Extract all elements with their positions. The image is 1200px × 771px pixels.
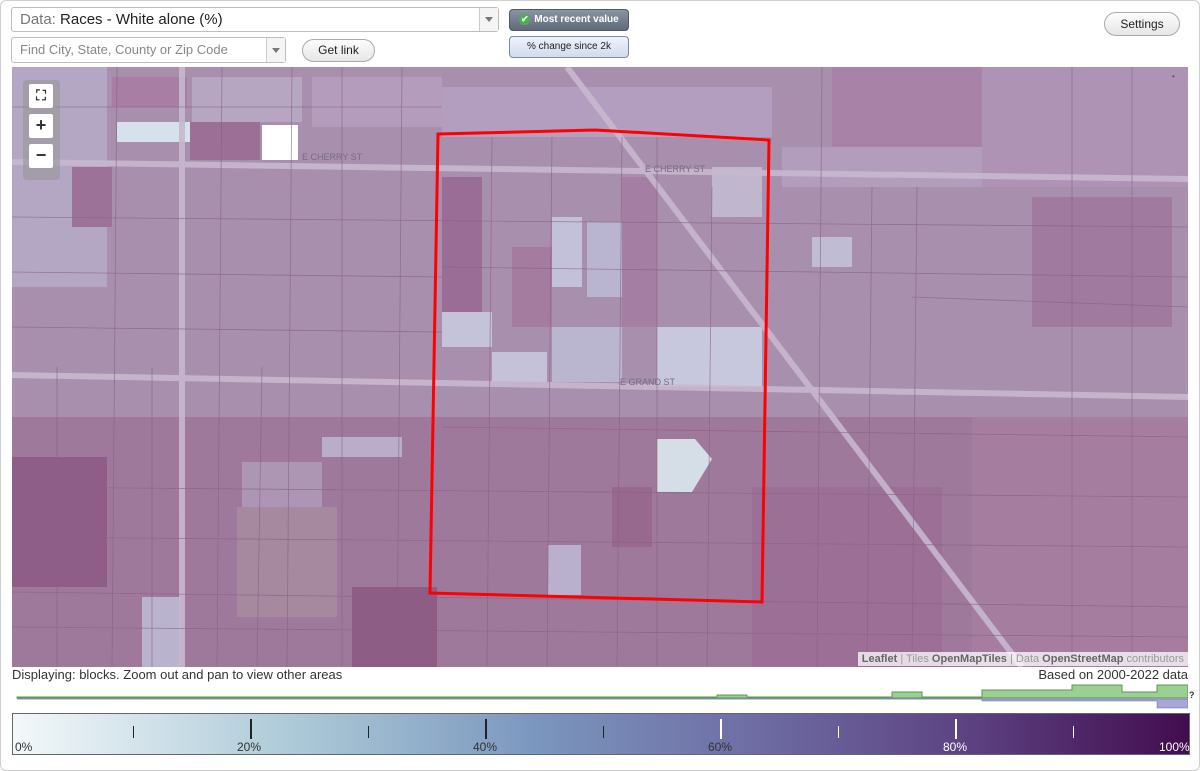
legend-label: 0%: [15, 740, 33, 754]
zoom-out-button[interactable]: −: [29, 144, 53, 168]
help-icon[interactable]: ?: [1189, 690, 1195, 700]
display-info: Displaying: blocks. Zoom out and pan to …: [12, 667, 343, 682]
legend-label: 40%: [473, 740, 498, 754]
legend-label: 80%: [943, 740, 968, 754]
legend-label: 60%: [708, 740, 733, 754]
street-label: E GRAND ST: [620, 377, 676, 387]
search-dropdown-icon[interactable]: [266, 38, 285, 62]
zoom-in-button[interactable]: +: [29, 114, 53, 138]
search-input[interactable]: Find City, State, County or Zip Code: [11, 37, 286, 63]
map-attribution: Leaflet | Tiles OpenMapTiles | Data Open…: [857, 652, 1188, 666]
data-value: Races - White alone (%): [60, 11, 223, 28]
data-prefix-label: Data:: [20, 11, 56, 28]
legend-label: 20%: [237, 740, 262, 754]
map-view[interactable]: E CHERRY ST E CHERRY ST E GRAND ST •: [12, 67, 1188, 667]
settings-button[interactable]: Settings: [1104, 12, 1180, 36]
color-legend: 0% 20% 40% 60% 80% 100%: [12, 713, 1190, 755]
attrib-sep: | Tiles: [897, 653, 932, 665]
most-recent-label: Most recent value: [534, 14, 619, 25]
search-placeholder: Find City, State, County or Zip Code: [20, 42, 228, 57]
most-recent-value-button[interactable]: ✔ Most recent value: [509, 9, 629, 31]
osm-link[interactable]: OpenStreetMap: [1042, 653, 1123, 665]
fullscreen-icon[interactable]: ⛶: [29, 84, 53, 108]
data-select[interactable]: Data: Races - White alone (%): [11, 7, 499, 32]
data-range-info: Based on 2000-2022 data: [1038, 667, 1188, 682]
street-label: E CHERRY ST: [302, 152, 363, 162]
get-link-button[interactable]: Get link: [302, 39, 375, 62]
tiles-link[interactable]: OpenMapTiles: [932, 653, 1007, 665]
svg-text:•: •: [1172, 72, 1175, 81]
histogram: [16, 684, 1188, 709]
legend-label: 100%: [1159, 740, 1190, 754]
zoom-control: ⛶ + −: [23, 80, 60, 180]
attrib-contrib: contributors: [1123, 653, 1184, 665]
chevron-down-icon[interactable]: [479, 8, 498, 31]
checkmark-icon: ✔: [519, 13, 531, 25]
street-label: E CHERRY ST: [645, 164, 706, 174]
map-tiles: E CHERRY ST E CHERRY ST E GRAND ST •: [12, 67, 1188, 667]
leaflet-link[interactable]: Leaflet: [862, 653, 897, 665]
percent-change-button[interactable]: % change since 2k: [509, 36, 629, 58]
attrib-sep: | Data: [1006, 653, 1043, 665]
